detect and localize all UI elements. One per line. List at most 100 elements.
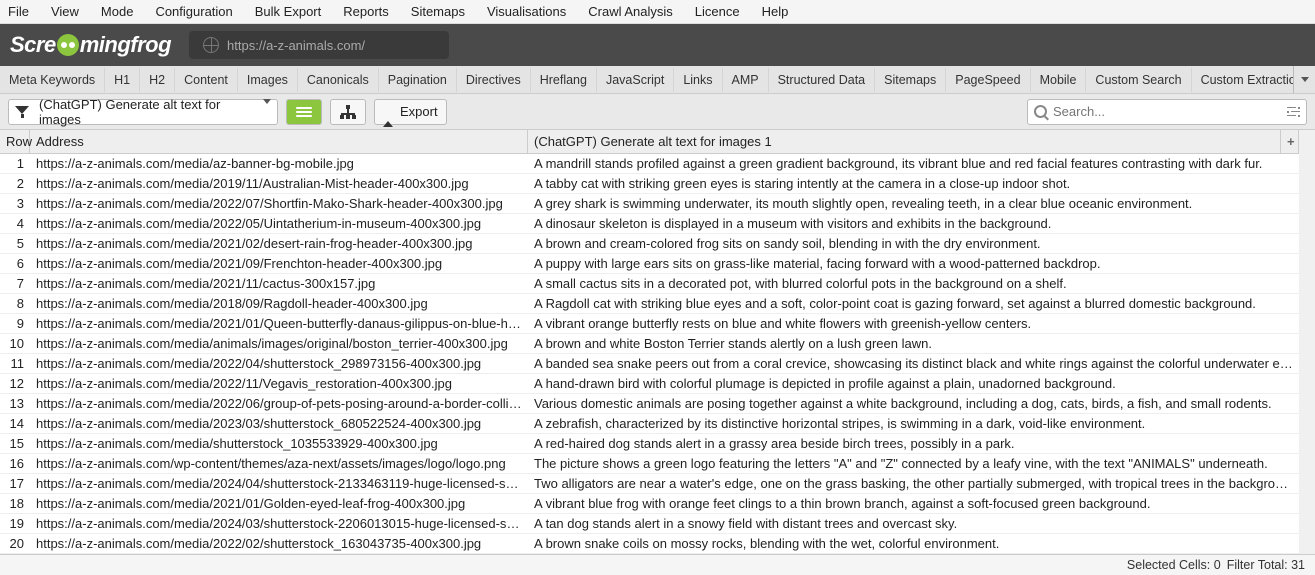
cell-address: https://a-z-animals.com/media/2022/07/Sh… bbox=[30, 195, 528, 212]
cell-row-number: 10 bbox=[0, 335, 30, 352]
tab-amp[interactable]: AMP bbox=[723, 68, 769, 92]
cell-address: https://a-z-animals.com/media/2023/03/sh… bbox=[30, 415, 528, 432]
table-row[interactable]: 12https://a-z-animals.com/media/2022/11/… bbox=[0, 374, 1299, 394]
table-row[interactable]: 18https://a-z-animals.com/media/2021/01/… bbox=[0, 494, 1299, 514]
col-row[interactable]: Row bbox=[0, 130, 30, 153]
table-row[interactable]: 3https://a-z-animals.com/media/2022/07/S… bbox=[0, 194, 1299, 214]
vertical-scrollbar[interactable] bbox=[1299, 130, 1315, 554]
add-column-button[interactable]: + bbox=[1281, 130, 1299, 153]
table-row[interactable]: 17https://a-z-animals.com/media/2024/04/… bbox=[0, 474, 1299, 494]
tree-view-button[interactable] bbox=[330, 99, 366, 125]
tab-custom-search[interactable]: Custom Search bbox=[1086, 68, 1191, 92]
search-field[interactable] bbox=[1053, 104, 1281, 119]
status-selected: Selected Cells: 0 bbox=[1127, 558, 1221, 572]
tab-mobile[interactable]: Mobile bbox=[1031, 68, 1087, 92]
table-row[interactable]: 1https://a-z-animals.com/media/az-banner… bbox=[0, 154, 1299, 174]
tab-custom-extraction[interactable]: Custom Extraction bbox=[1192, 68, 1293, 92]
results-table: Row Address (ChatGPT) Generate alt text … bbox=[0, 130, 1315, 554]
tab-links[interactable]: Links bbox=[674, 68, 722, 92]
export-button[interactable]: Export bbox=[374, 99, 447, 125]
tab-javascript[interactable]: JavaScript bbox=[597, 68, 674, 92]
menu-licence[interactable]: Licence bbox=[695, 4, 740, 19]
tab-meta-keywords[interactable]: Meta Keywords bbox=[0, 68, 105, 92]
url-input[interactable]: https://a-z-animals.com/ bbox=[189, 31, 449, 59]
table-row[interactable]: 11https://a-z-animals.com/media/2022/04/… bbox=[0, 354, 1299, 374]
search-options-icon[interactable] bbox=[1281, 107, 1306, 117]
table-row[interactable]: 7https://a-z-animals.com/media/2021/11/c… bbox=[0, 274, 1299, 294]
menu-view[interactable]: View bbox=[51, 4, 79, 19]
cell-row-number: 4 bbox=[0, 215, 30, 232]
cell-row-number: 15 bbox=[0, 435, 30, 452]
menu-mode[interactable]: Mode bbox=[101, 4, 134, 19]
table-row[interactable]: 5https://a-z-animals.com/media/2021/02/d… bbox=[0, 234, 1299, 254]
tab-pagespeed[interactable]: PageSpeed bbox=[946, 68, 1030, 92]
menu-visualisations[interactable]: Visualisations bbox=[487, 4, 566, 19]
cell-row-number: 11 bbox=[0, 355, 30, 372]
search-input[interactable] bbox=[1027, 99, 1307, 125]
table-row[interactable]: 20https://a-z-animals.com/media/2022/02/… bbox=[0, 534, 1299, 554]
tab-sitemaps[interactable]: Sitemaps bbox=[875, 68, 946, 92]
table-row[interactable]: 6https://a-z-animals.com/media/2021/09/F… bbox=[0, 254, 1299, 274]
col-address[interactable]: Address bbox=[30, 130, 528, 153]
table-row[interactable]: 14https://a-z-animals.com/media/2023/03/… bbox=[0, 414, 1299, 434]
tab-h1[interactable]: H1 bbox=[105, 68, 140, 92]
tab-images[interactable]: Images bbox=[238, 68, 298, 92]
table-row[interactable]: 10https://a-z-animals.com/media/animals/… bbox=[0, 334, 1299, 354]
menu-configuration[interactable]: Configuration bbox=[155, 4, 232, 19]
cell-address: https://a-z-animals.com/media/2022/02/sh… bbox=[30, 535, 528, 552]
table-row[interactable]: 19https://a-z-animals.com/media/2024/03/… bbox=[0, 514, 1299, 534]
cell-alt-text: A mandrill stands profiled against a gre… bbox=[528, 155, 1299, 172]
chevron-down-icon bbox=[1301, 77, 1309, 82]
cell-alt-text: A red-haired dog stands alert in a grass… bbox=[528, 435, 1299, 452]
cell-row-number: 5 bbox=[0, 235, 30, 252]
tab-directives[interactable]: Directives bbox=[457, 68, 531, 92]
cell-alt-text: Two alligators are near a water's edge, … bbox=[528, 475, 1299, 492]
chevron-down-icon bbox=[257, 104, 277, 119]
cell-alt-text: The picture shows a green logo featuring… bbox=[528, 455, 1299, 472]
cell-address: https://a-z-animals.com/media/2022/04/sh… bbox=[30, 355, 528, 372]
tab-h2[interactable]: H2 bbox=[140, 68, 175, 92]
tab-canonicals[interactable]: Canonicals bbox=[298, 68, 379, 92]
list-view-button[interactable] bbox=[286, 99, 322, 125]
cell-row-number: 16 bbox=[0, 455, 30, 472]
cell-alt-text: A tabby cat with striking green eyes is … bbox=[528, 175, 1299, 192]
table-row[interactable]: 8https://a-z-animals.com/media/2018/09/R… bbox=[0, 294, 1299, 314]
table-row[interactable]: 16https://a-z-animals.com/wp-content/the… bbox=[0, 454, 1299, 474]
cell-alt-text: A brown and cream-colored frog sits on s… bbox=[528, 235, 1299, 252]
cell-alt-text: A banded sea snake peers out from a cora… bbox=[528, 355, 1299, 372]
table-header: Row Address (ChatGPT) Generate alt text … bbox=[0, 130, 1299, 154]
table-row[interactable]: 2https://a-z-animals.com/media/2019/11/A… bbox=[0, 174, 1299, 194]
cell-row-number: 14 bbox=[0, 415, 30, 432]
url-value: https://a-z-animals.com/ bbox=[227, 38, 365, 53]
cell-alt-text: A zebrafish, characterized by its distin… bbox=[528, 415, 1299, 432]
status-filter-total: Filter Total: 31 bbox=[1227, 558, 1305, 572]
menu-file[interactable]: File bbox=[8, 4, 29, 19]
filter-combobox-value: (ChatGPT) Generate alt text for images bbox=[35, 97, 257, 127]
filter-combobox[interactable]: (ChatGPT) Generate alt text for images bbox=[8, 99, 278, 125]
cell-address: https://a-z-animals.com/media/shuttersto… bbox=[30, 435, 528, 452]
tab-hreflang[interactable]: Hreflang bbox=[531, 68, 597, 92]
tab-content[interactable]: Content bbox=[175, 68, 238, 92]
table-row[interactable]: 9https://a-z-animals.com/media/2021/01/Q… bbox=[0, 314, 1299, 334]
col-alt-text[interactable]: (ChatGPT) Generate alt text for images 1 bbox=[528, 130, 1281, 153]
tabs-overflow-button[interactable] bbox=[1293, 66, 1315, 93]
cell-row-number: 17 bbox=[0, 475, 30, 492]
menu-sitemaps[interactable]: Sitemaps bbox=[411, 4, 465, 19]
cell-row-number: 19 bbox=[0, 515, 30, 532]
cell-row-number: 1 bbox=[0, 155, 30, 172]
cell-alt-text: A Ragdoll cat with striking blue eyes an… bbox=[528, 295, 1299, 312]
menu-crawl-analysis[interactable]: Crawl Analysis bbox=[588, 4, 673, 19]
tab-pagination[interactable]: Pagination bbox=[379, 68, 457, 92]
table-row[interactable]: 13https://a-z-animals.com/media/2022/06/… bbox=[0, 394, 1299, 414]
menu-help[interactable]: Help bbox=[762, 4, 789, 19]
cell-alt-text: A vibrant orange butterfly rests on blue… bbox=[528, 315, 1299, 332]
menu-reports[interactable]: Reports bbox=[343, 4, 389, 19]
filter-icon bbox=[9, 106, 35, 118]
tab-structured-data[interactable]: Structured Data bbox=[769, 68, 876, 92]
cell-address: https://a-z-animals.com/wp-content/theme… bbox=[30, 455, 528, 472]
cell-address: https://a-z-animals.com/media/2024/04/sh… bbox=[30, 475, 528, 492]
cell-alt-text: A hand-drawn bird with colorful plumage … bbox=[528, 375, 1299, 392]
menu-bulk-export[interactable]: Bulk Export bbox=[255, 4, 321, 19]
table-row[interactable]: 4https://a-z-animals.com/media/2022/05/U… bbox=[0, 214, 1299, 234]
table-row[interactable]: 15https://a-z-animals.com/media/shutters… bbox=[0, 434, 1299, 454]
